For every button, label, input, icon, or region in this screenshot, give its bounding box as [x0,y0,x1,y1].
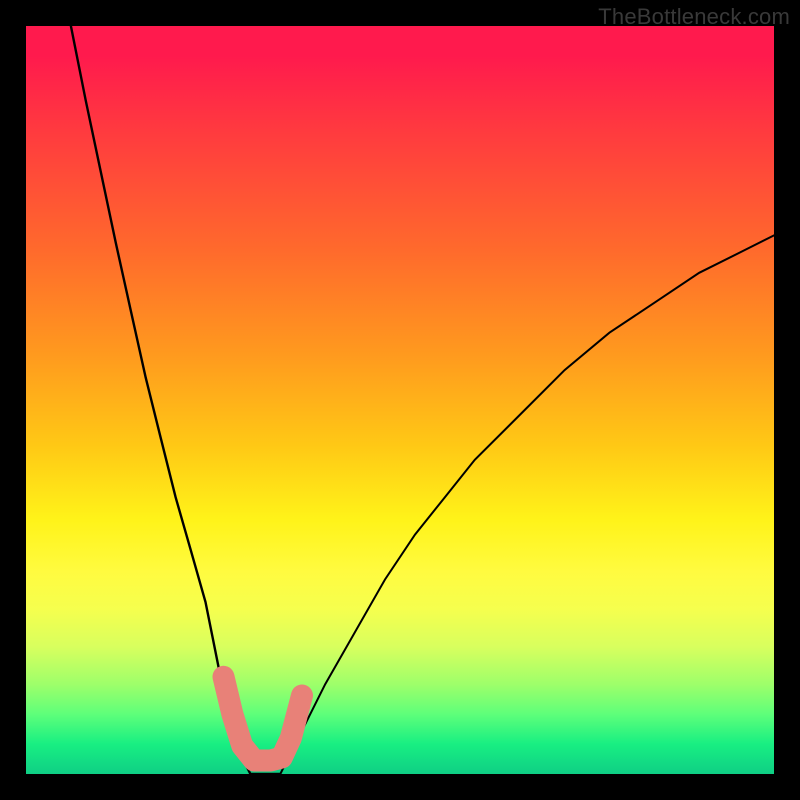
plot-area [26,26,774,774]
chart-svg [26,26,774,774]
marker-layer [224,677,303,761]
curve-layer [71,26,774,774]
curve-left-branch [71,26,251,774]
lumpy-marker-stroke [224,677,303,761]
chart-frame: TheBottleneck.com [0,0,800,800]
watermark-text: TheBottleneck.com [598,4,790,30]
curve-right-branch [280,235,774,774]
